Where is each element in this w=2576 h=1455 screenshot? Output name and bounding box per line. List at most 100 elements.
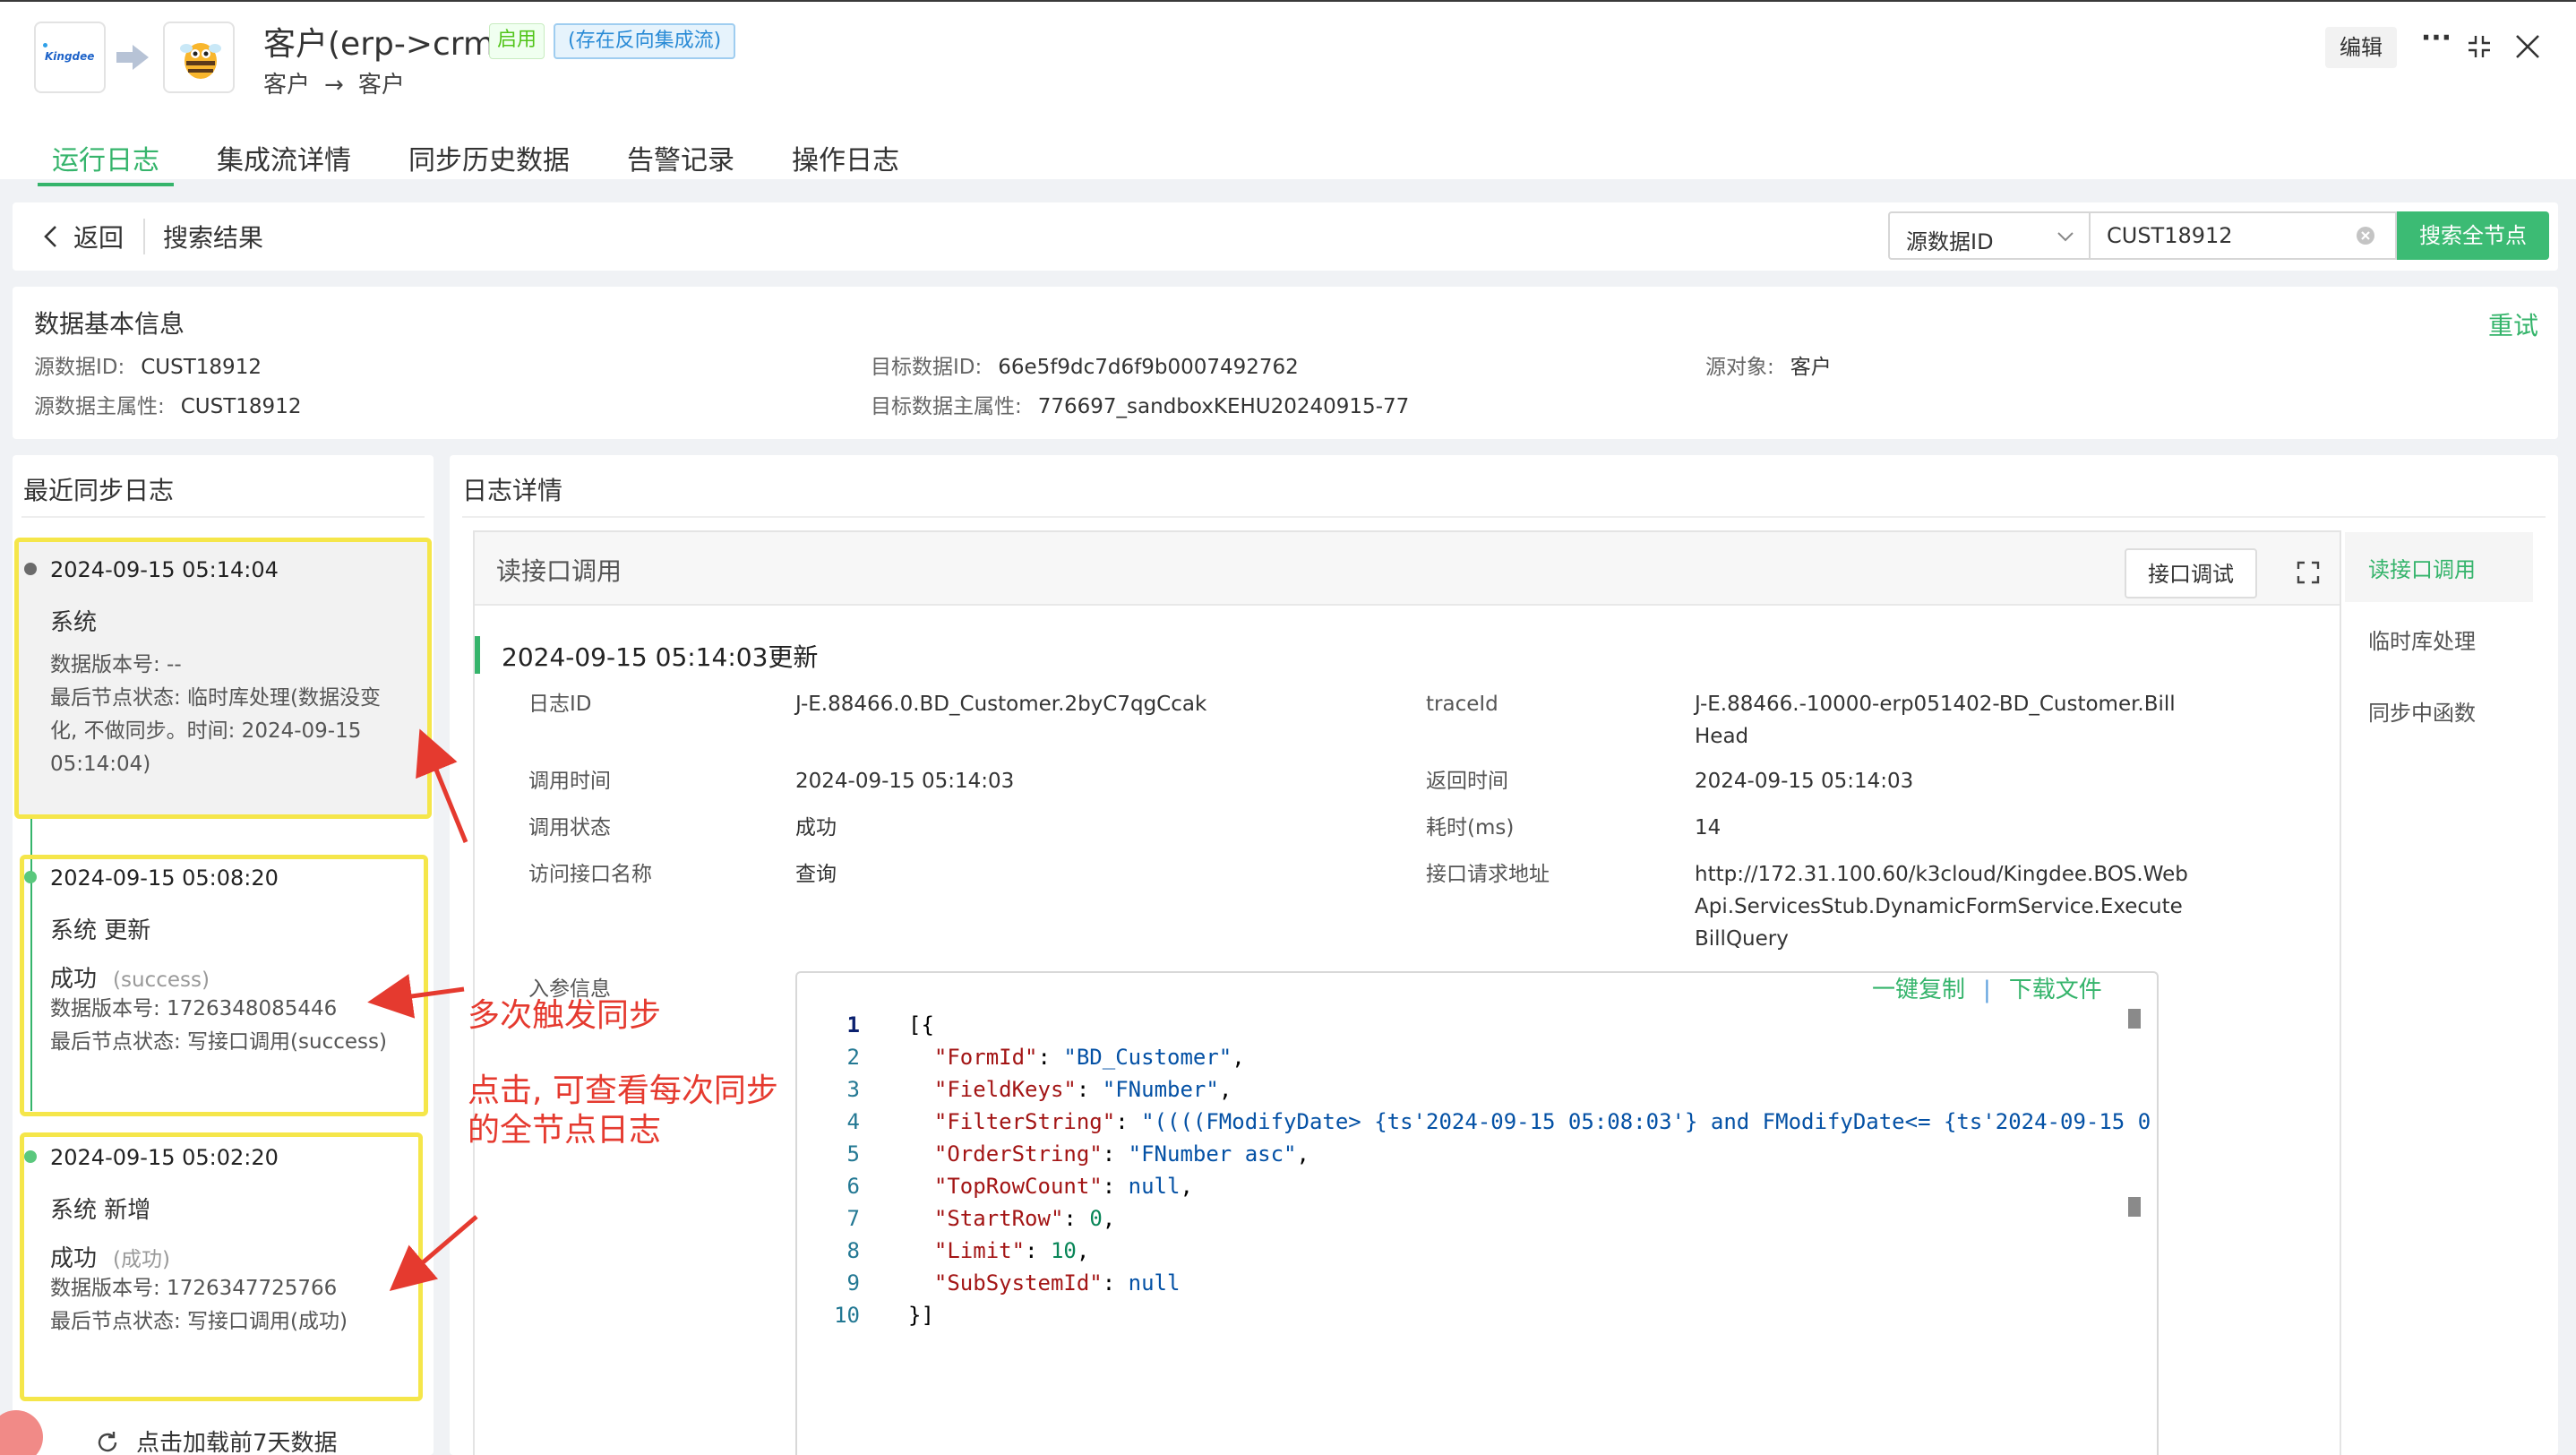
mapping-arrow-icon: →	[324, 72, 344, 99]
search-field-select[interactable]: 源数据ID	[1888, 211, 2091, 260]
code-line: "TopRowCount": null,	[933, 1174, 1193, 1199]
bee-logo	[163, 22, 235, 93]
tab-alarm-records[interactable]: 告警记录	[627, 138, 734, 177]
source-object: 源对象: 客户	[1705, 356, 1832, 379]
log-item-time: 2024-09-15 05:02:20	[50, 1145, 279, 1170]
source-object-name: 客户	[263, 72, 311, 99]
log-item-last-node-cont: 化, 不做同步。时间: 2024-09-15	[50, 719, 362, 743]
field-value-trace-id: J-E.88466.-10000-erp051402-BD_Customer.B…	[1695, 693, 2176, 748]
collapse-icon[interactable]	[2465, 32, 2494, 61]
code-line: "FieldKeys": "FNumber",	[933, 1077, 1232, 1102]
divider	[21, 516, 425, 518]
code-line: "OrderString": "FNumber asc",	[933, 1141, 1309, 1167]
code-line: "StartRow": 0,	[933, 1206, 1116, 1231]
annotation-click-hint-cont: 的全节点日志	[468, 1112, 662, 1149]
refresh-icon[interactable]	[95, 1430, 120, 1455]
node-section-title: 读接口调用	[496, 556, 623, 586]
copy-all-button[interactable]: 一键复制	[1872, 977, 1965, 1003]
log-item-version: 数据版本号: 1726348085446	[50, 997, 338, 1020]
field-value-log-id: J-E.88466.0.BD_Customer.2byC7qgCcak	[795, 693, 1207, 716]
code-line: "FormId": "BD_Customer",	[933, 1045, 1245, 1070]
code-line: }]	[908, 1303, 934, 1328]
chevron-left-icon[interactable]	[41, 224, 61, 249]
field-label-api-name: 访问接口名称	[528, 863, 652, 886]
download-file-button[interactable]: 下载文件	[2009, 977, 2102, 1003]
reverse-flow-badge[interactable]: (存在反向集成流)	[554, 23, 736, 59]
timeline-dot	[24, 871, 37, 883]
fullscreen-icon[interactable]	[2297, 561, 2320, 584]
timeline-dot	[24, 563, 37, 575]
log-item-last-node: 最后节点状态: 写接口调用(成功)	[50, 1310, 348, 1333]
arrow-right-icon	[116, 45, 149, 70]
search-result-label: 搜索结果	[163, 223, 264, 253]
field-label-call-status: 调用状态	[528, 816, 611, 839]
line-numbers: 1 2 3 4 5 6 7 8 9 10	[834, 1012, 860, 1328]
side-nav-read-api[interactable]: 读接口调用	[2368, 552, 2476, 583]
field-value-duration: 14	[1695, 816, 1722, 839]
search-all-nodes-button[interactable]: 搜索全节点	[2397, 211, 2549, 260]
target-main-attribute: 目标数据主属性: 776697_sandboxKEHU20240915-77	[871, 395, 1410, 418]
update-time: 2024-09-15 05:14:03更新	[502, 642, 819, 672]
code-line: [{	[908, 1012, 934, 1037]
search-input[interactable]	[2089, 211, 2397, 260]
field-value-request-url: http://172.31.100.60/k3cloud/Kingdee.BOS…	[1695, 863, 2188, 951]
load-previous-7-days[interactable]: 点击加载前7天数据	[136, 1425, 338, 1455]
log-item-last-node: 最后节点状态: 写接口调用(success)	[50, 1030, 387, 1054]
field-label-trace-id: traceId	[1426, 693, 1498, 716]
divider	[462, 516, 2546, 518]
log-item-last-node-cont: 05:14:04)	[50, 753, 151, 776]
clear-input-icon[interactable]	[2356, 226, 2375, 245]
log-detail-title: 日志详情	[462, 476, 563, 505]
field-value-return-time: 2024-09-15 05:14:03	[1695, 770, 1914, 793]
code-line: "Limit": 10,	[933, 1238, 1090, 1263]
log-item-status: 成功 (成功)	[50, 1245, 170, 1272]
enabled-status-badge: 启用	[489, 23, 545, 59]
log-item-system: 系统 新增	[50, 1197, 151, 1224]
log-item-version: 数据版本号: --	[50, 653, 182, 676]
tab-run-log[interactable]: 运行日志	[52, 138, 159, 177]
tab-operation-log[interactable]: 操作日志	[792, 138, 899, 177]
back-button[interactable]: 返回	[73, 219, 124, 254]
code-scroll-marker[interactable]	[2128, 1009, 2141, 1029]
side-nav-temp-store[interactable]: 临时库处理	[2368, 624, 2476, 655]
field-label-return-time: 返回时间	[1426, 770, 1508, 793]
source-data-id: 源数据ID: CUST18912	[34, 356, 262, 379]
retry-button[interactable]: 重试	[2488, 306, 2538, 342]
field-label-call-time: 调用时间	[528, 770, 611, 793]
node-detail-header	[475, 532, 2340, 606]
basic-info-title: 数据基本信息	[34, 309, 185, 339]
target-data-id: 目标数据ID: 66e5f9dc7d6f9b0007492762	[871, 356, 1299, 379]
more-options-icon[interactable]: ···	[2418, 25, 2454, 61]
active-tab-indicator	[38, 183, 174, 186]
source-main-attribute: 源数据主属性: CUST18912	[34, 395, 302, 418]
code-line: "FilterString": "((((FModifyDate> {ts'20…	[933, 1109, 2151, 1134]
search-field-select-value: 源数据ID	[1906, 229, 1994, 254]
tab-flow-detail[interactable]: 集成流详情	[217, 138, 351, 177]
log-item-time: 2024-09-15 05:08:20	[50, 865, 279, 891]
field-label-request-url: 接口请求地址	[1426, 863, 1550, 886]
field-label-log-id: 日志ID	[528, 693, 592, 716]
chevron-down-icon	[2057, 232, 2074, 242]
side-nav-sync-function[interactable]: 同步中函数	[2368, 695, 2476, 727]
log-item-system: 系统 更新	[50, 917, 151, 944]
target-object-name: 客户	[357, 72, 405, 99]
close-icon[interactable]	[2513, 32, 2542, 61]
api-debug-button[interactable]: 接口调试	[2125, 548, 2257, 598]
recent-logs-title: 最近同步日志	[23, 476, 175, 505]
code-actions: 一键复制 | 下载文件	[1872, 971, 2102, 1004]
update-marker	[475, 636, 480, 674]
annotation-multi-trigger: 多次触发同步	[468, 997, 662, 1034]
edit-button[interactable]: 编辑	[2325, 27, 2397, 68]
kingdee-logo: Kingdee	[34, 22, 106, 93]
field-value-call-time: 2024-09-15 05:14:03	[795, 770, 1015, 793]
json-code: [{ "FormId": "BD_Customer", "FieldKeys":…	[908, 1009, 2155, 1340]
toolbar-divider	[143, 219, 145, 254]
action-separator: |	[1983, 977, 1991, 1003]
log-item-last-node: 最后节点状态: 临时库处理(数据没变	[50, 686, 382, 710]
field-value-call-status: 成功	[795, 816, 837, 839]
code-line: "SubSystemId": null	[933, 1270, 1181, 1296]
log-item-system: 系统	[50, 609, 98, 636]
log-item-time: 2024-09-15 05:14:04	[50, 557, 279, 582]
code-scroll-marker[interactable]	[2128, 1197, 2141, 1217]
tab-sync-history[interactable]: 同步历史数据	[408, 138, 570, 177]
